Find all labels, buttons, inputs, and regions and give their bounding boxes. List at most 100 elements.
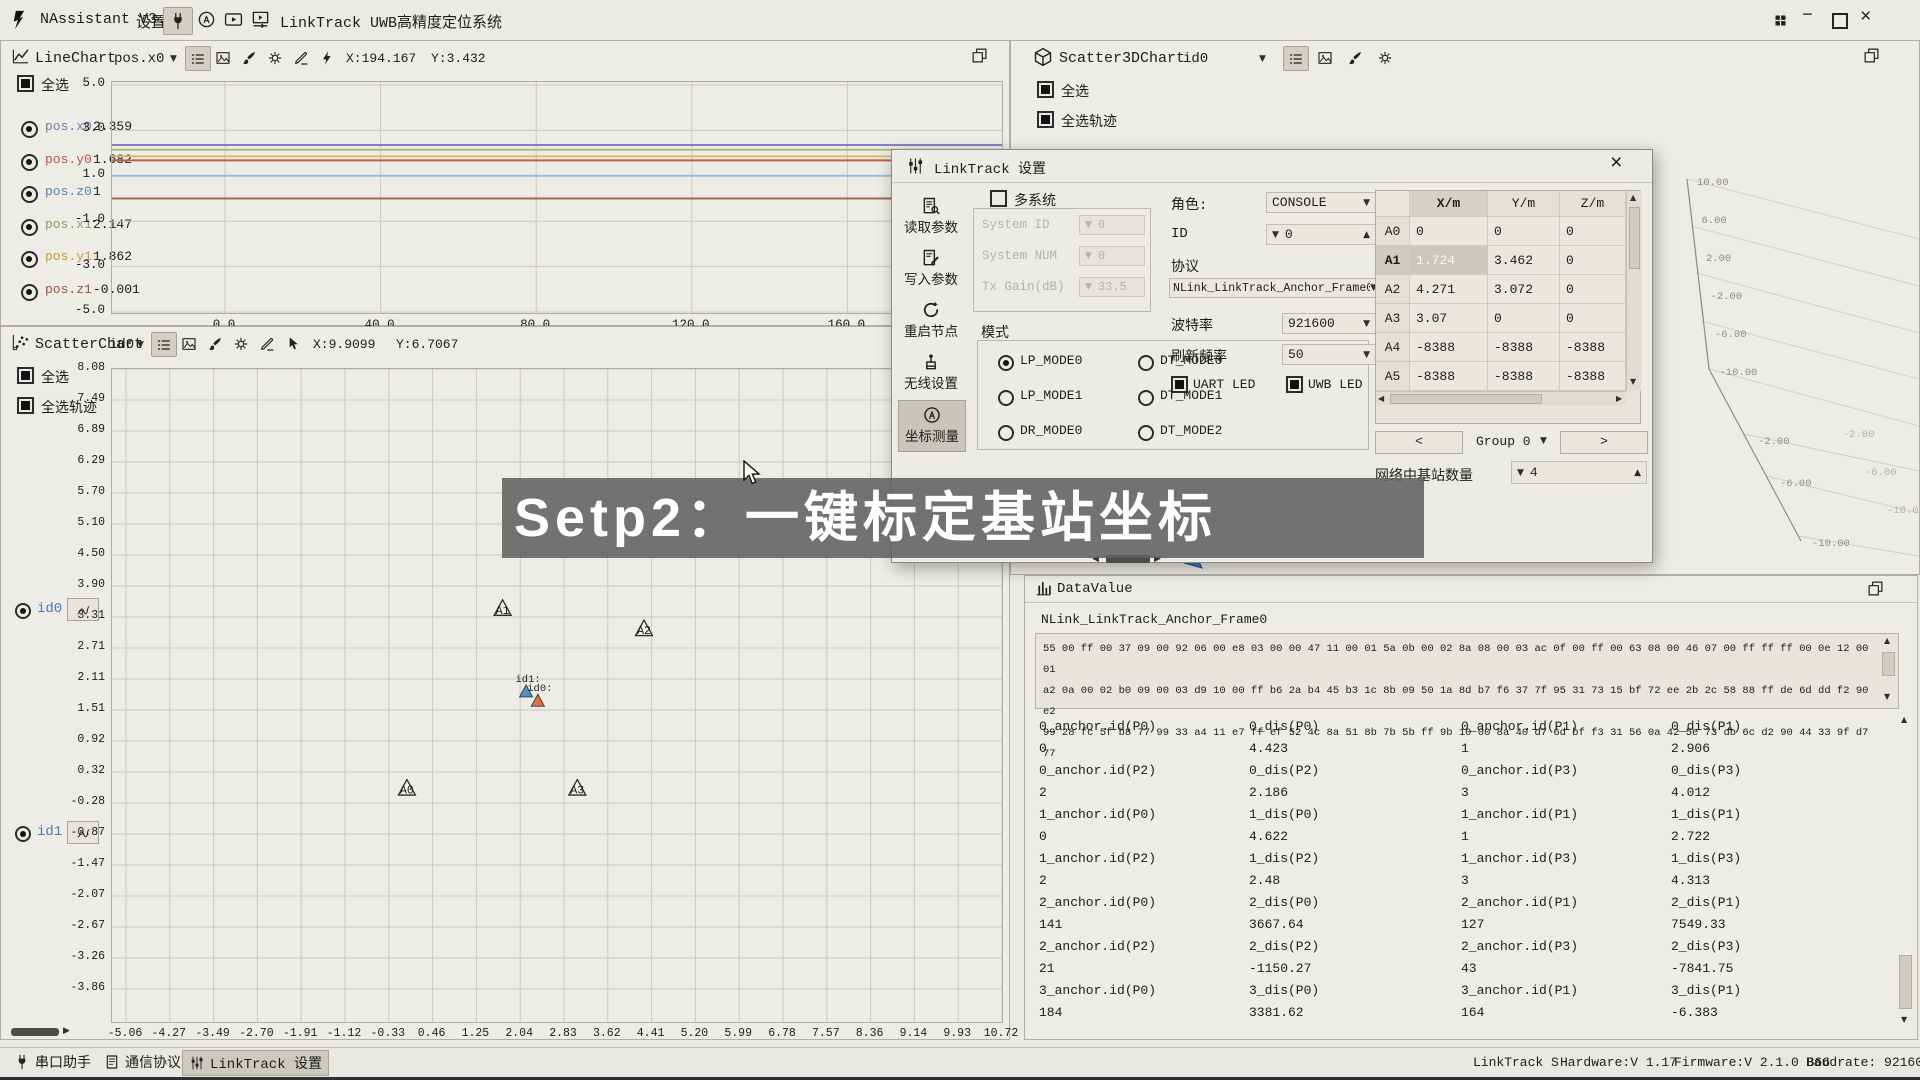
anchor-cell-a5-z[interactable]: -8388: [1560, 362, 1626, 391]
legend-toggle-button[interactable]: [1283, 46, 1309, 71]
scroll-down-arrow[interactable]: ▼: [1884, 692, 1890, 701]
anchor-cell-a3-x[interactable]: 3.07: [1410, 304, 1488, 333]
video-tutorial-button[interactable]: [221, 8, 245, 31]
anchor-cell-a0-z[interactable]: 0: [1560, 217, 1626, 246]
spin-down-icon[interactable]: ▼: [1272, 230, 1279, 240]
series-selector[interactable]: id0: [1183, 51, 1208, 67]
system-field-label: System ID: [982, 218, 1050, 232]
table-v-scrollbar[interactable]: ▲▼: [1626, 191, 1641, 391]
column-header-y-m[interactable]: Y/m: [1488, 191, 1560, 217]
row-header-a4[interactable]: A4: [1376, 333, 1410, 362]
spin-up-icon[interactable]: ▲: [1634, 468, 1641, 478]
datavalue-scroll-thumb[interactable]: [1899, 955, 1912, 1009]
auto-detect-button[interactable]: [194, 8, 218, 31]
select-all-checkbox[interactable]: [1037, 81, 1054, 98]
uart-led-checkbox[interactable]: [1171, 376, 1188, 393]
datavalue-scrollbar[interactable]: ▲ ▼: [1897, 715, 1913, 1027]
mode-radio-dt_mode2[interactable]: [1138, 425, 1154, 441]
mode-radio-dt_mode1[interactable]: [1138, 390, 1154, 406]
anchor-cell-a3-z[interactable]: 0: [1560, 304, 1626, 333]
anchor-cell-a4-z[interactable]: -8388: [1560, 333, 1626, 362]
chevron-down-icon[interactable]: ▼: [1259, 54, 1266, 64]
snapshot-button[interactable]: [1313, 46, 1337, 69]
anchor-cell-a4-x[interactable]: -8388: [1410, 333, 1488, 362]
hex-scrollbar[interactable]: ▲ ▼: [1880, 636, 1896, 704]
mode-radio-dr_mode0[interactable]: [998, 425, 1014, 441]
statusbar-serial-button[interactable]: 串口助手: [8, 1050, 97, 1074]
scroll-down-arrow[interactable]: ▼: [1901, 1015, 1907, 1024]
spin-down-icon[interactable]: ▼: [1517, 468, 1524, 478]
anchor-cell-a1-y[interactable]: 3.462: [1488, 246, 1560, 275]
hex-scroll-thumb[interactable]: [1882, 652, 1895, 676]
chevron-down-icon[interactable]: ▼: [1540, 436, 1547, 446]
anchor-cell-a5-x[interactable]: -8388: [1410, 362, 1488, 391]
role-combo[interactable]: CONSOLE▼: [1266, 192, 1376, 213]
statusbar-protocol-button[interactable]: 通信协议: [98, 1050, 187, 1074]
table-h-thumb[interactable]: [1390, 394, 1542, 404]
statusbar-linktrack-button[interactable]: LinkTrack 设置: [182, 1050, 329, 1076]
scroll-down-arrow[interactable]: ▼: [1630, 377, 1636, 386]
anchor-count-spinner[interactable]: ▼4▲: [1511, 461, 1647, 484]
group-prev-button[interactable]: <: [1375, 431, 1463, 454]
h-scrollbar-thumb[interactable]: [11, 1028, 59, 1036]
dialog-nav-measure[interactable]: 坐标测量: [898, 400, 966, 452]
anchor-cell-a3-y[interactable]: 0: [1488, 304, 1560, 333]
popout-button[interactable]: [1863, 47, 1880, 64]
dialog-close-button[interactable]: ×: [1610, 153, 1623, 176]
plug-icon: [14, 1054, 30, 1070]
mode-radio-lp_mode1[interactable]: [998, 390, 1014, 406]
maximize-button[interactable]: [1832, 13, 1848, 29]
anchor-cell-a0-x[interactable]: 0: [1410, 217, 1488, 246]
protocol-combo[interactable]: NLink_LinkTrack_Anchor_Frame0▼: [1169, 278, 1381, 298]
refresh-combo[interactable]: 50▼: [1282, 344, 1376, 365]
scroll-up-arrow[interactable]: ▲: [1630, 193, 1636, 202]
row-header-a3[interactable]: A3: [1376, 304, 1410, 333]
anchor-cell-a2-y[interactable]: 3.072: [1488, 275, 1560, 304]
chart-settings-button[interactable]: [1373, 46, 1397, 69]
scroll-up-arrow[interactable]: ▲: [1901, 715, 1907, 724]
demo-button[interactable]: [248, 8, 272, 31]
uwb-led-checkbox[interactable]: [1286, 376, 1303, 393]
connect-button[interactable]: [163, 7, 193, 35]
table-v-thumb[interactable]: [1629, 207, 1640, 269]
column-header-z-m[interactable]: Z/m: [1560, 191, 1626, 217]
multi-system-checkbox[interactable]: [990, 190, 1007, 207]
system-field-spinner: ▼0: [1079, 215, 1145, 235]
menu-settings[interactable]: 设置: [136, 11, 166, 32]
baud-combo[interactable]: 921600▼: [1282, 313, 1376, 334]
group-selector[interactable]: Group 0: [1476, 434, 1531, 449]
anchor-cell-a1-x[interactable]: 1.724: [1410, 246, 1488, 275]
layout-grid-button[interactable]: [1768, 9, 1792, 32]
scroll-up-arrow[interactable]: ▲: [1884, 636, 1890, 645]
dialog-nav-docRead[interactable]: 读取参数: [898, 192, 964, 242]
mode-radio-dt_mode0[interactable]: [1138, 355, 1154, 371]
dialog-nav-docWrite[interactable]: 写入参数: [898, 244, 964, 294]
anchor-cell-a2-z[interactable]: 0: [1560, 275, 1626, 304]
row-header-a2[interactable]: A2: [1376, 275, 1410, 304]
spin-up-icon[interactable]: ▲: [1363, 230, 1370, 240]
popout-button[interactable]: [1867, 580, 1884, 597]
close-button[interactable]: ×: [1860, 6, 1871, 28]
mode-radio-lp_mode0[interactable]: [998, 355, 1014, 371]
anchor-cell-a5-y[interactable]: -8388: [1488, 362, 1560, 391]
scroll-right-arrow[interactable]: ▶: [1616, 394, 1622, 403]
app-title: LinkTrack UWB高精度定位系统: [280, 11, 502, 32]
anchor-cell-a0-y[interactable]: 0: [1488, 217, 1560, 246]
minimize-button[interactable]: −: [1802, 6, 1813, 26]
row-header-a5[interactable]: A5: [1376, 362, 1410, 391]
dialog-nav-restart[interactable]: 重启节点: [898, 296, 964, 346]
anchor-cell-a4-y[interactable]: -8388: [1488, 333, 1560, 362]
scroll-right-arrow[interactable]: ▶: [63, 1026, 70, 1036]
group-next-button[interactable]: >: [1560, 431, 1648, 454]
row-header-a0[interactable]: A0: [1376, 217, 1410, 246]
id-spinner[interactable]: ▼0▲: [1266, 224, 1376, 245]
select-all-traces-checkbox[interactable]: [1037, 111, 1054, 128]
table-h-scrollbar[interactable]: ◀▶: [1376, 391, 1626, 405]
dialog-nav-wireless[interactable]: 无线设置: [898, 348, 964, 398]
clear-button[interactable]: [1343, 46, 1367, 69]
column-header-x-m[interactable]: X/m: [1410, 191, 1488, 217]
anchor-cell-a2-x[interactable]: 4.271: [1410, 275, 1488, 304]
scroll-left-arrow[interactable]: ◀: [1378, 394, 1384, 403]
anchor-cell-a1-z[interactable]: 0: [1560, 246, 1626, 275]
row-header-a1[interactable]: A1: [1376, 246, 1410, 275]
